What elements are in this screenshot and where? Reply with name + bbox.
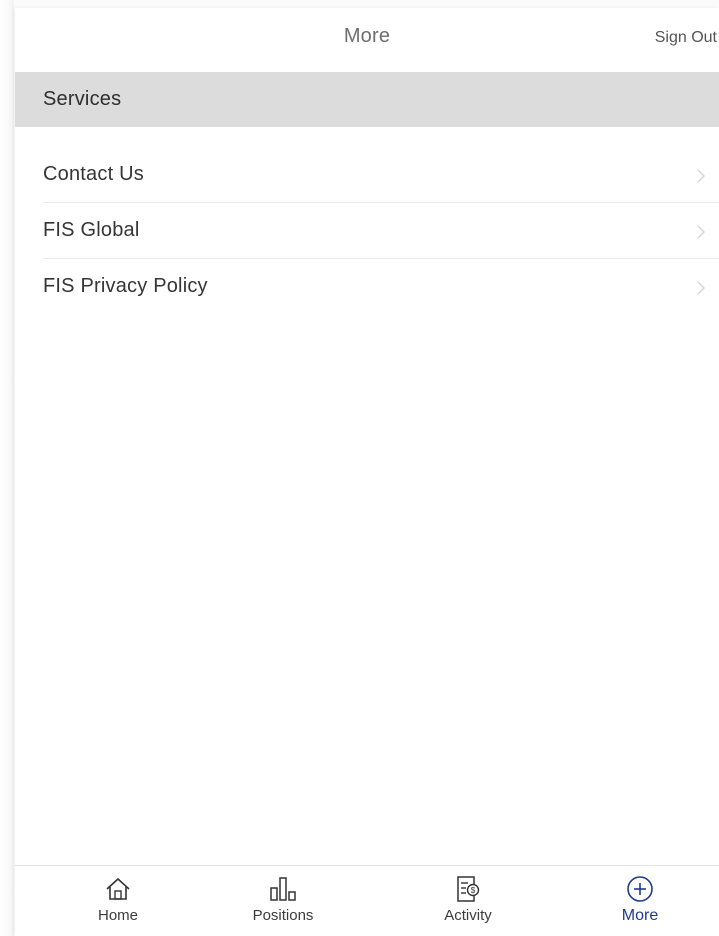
chevron-right-icon (697, 169, 705, 182)
plus-circle-icon (627, 876, 653, 902)
tab-label: Activity (444, 907, 492, 924)
tab-more[interactable]: More (580, 874, 700, 934)
tab-home[interactable]: Home (58, 874, 178, 934)
page-title: More (343, 25, 391, 47)
navigation-bar: More Sign Out (15, 8, 719, 72)
tab-activity[interactable]: $ Activity (408, 874, 528, 934)
services-section-header: Services (15, 72, 719, 127)
list-item-label: FIS Privacy Policy (43, 275, 208, 297)
tab-positions[interactable]: Positions (223, 874, 343, 934)
list-item-label: Contact Us (43, 163, 144, 185)
list-item-fis-privacy-policy[interactable]: FIS Privacy Policy (43, 259, 719, 314)
list-item-fis-global[interactable]: FIS Global (43, 203, 719, 259)
page-background: More Sign Out Services Contact Us FIS Gl… (0, 0, 719, 936)
bar-chart-icon (270, 877, 296, 901)
services-list: Contact Us FIS Global FIS Privacy Policy (15, 147, 719, 314)
sign-out-button[interactable]: Sign Out (655, 29, 717, 47)
chevron-right-icon (697, 225, 705, 238)
app-screen: More Sign Out Services Contact Us FIS Gl… (15, 8, 719, 936)
tab-label: Positions (252, 907, 314, 924)
list-item-contact-us[interactable]: Contact Us (43, 147, 719, 203)
bottom-tab-bar: Home Positions $ Activity More (15, 865, 719, 936)
tab-label: More (621, 907, 659, 924)
activity-document-icon: $ (457, 876, 480, 902)
chevron-right-icon (697, 281, 705, 294)
list-item-label: FIS Global (43, 219, 140, 241)
home-icon (106, 878, 130, 900)
svg-text:$: $ (471, 886, 476, 895)
tab-label: Home (97, 907, 138, 924)
